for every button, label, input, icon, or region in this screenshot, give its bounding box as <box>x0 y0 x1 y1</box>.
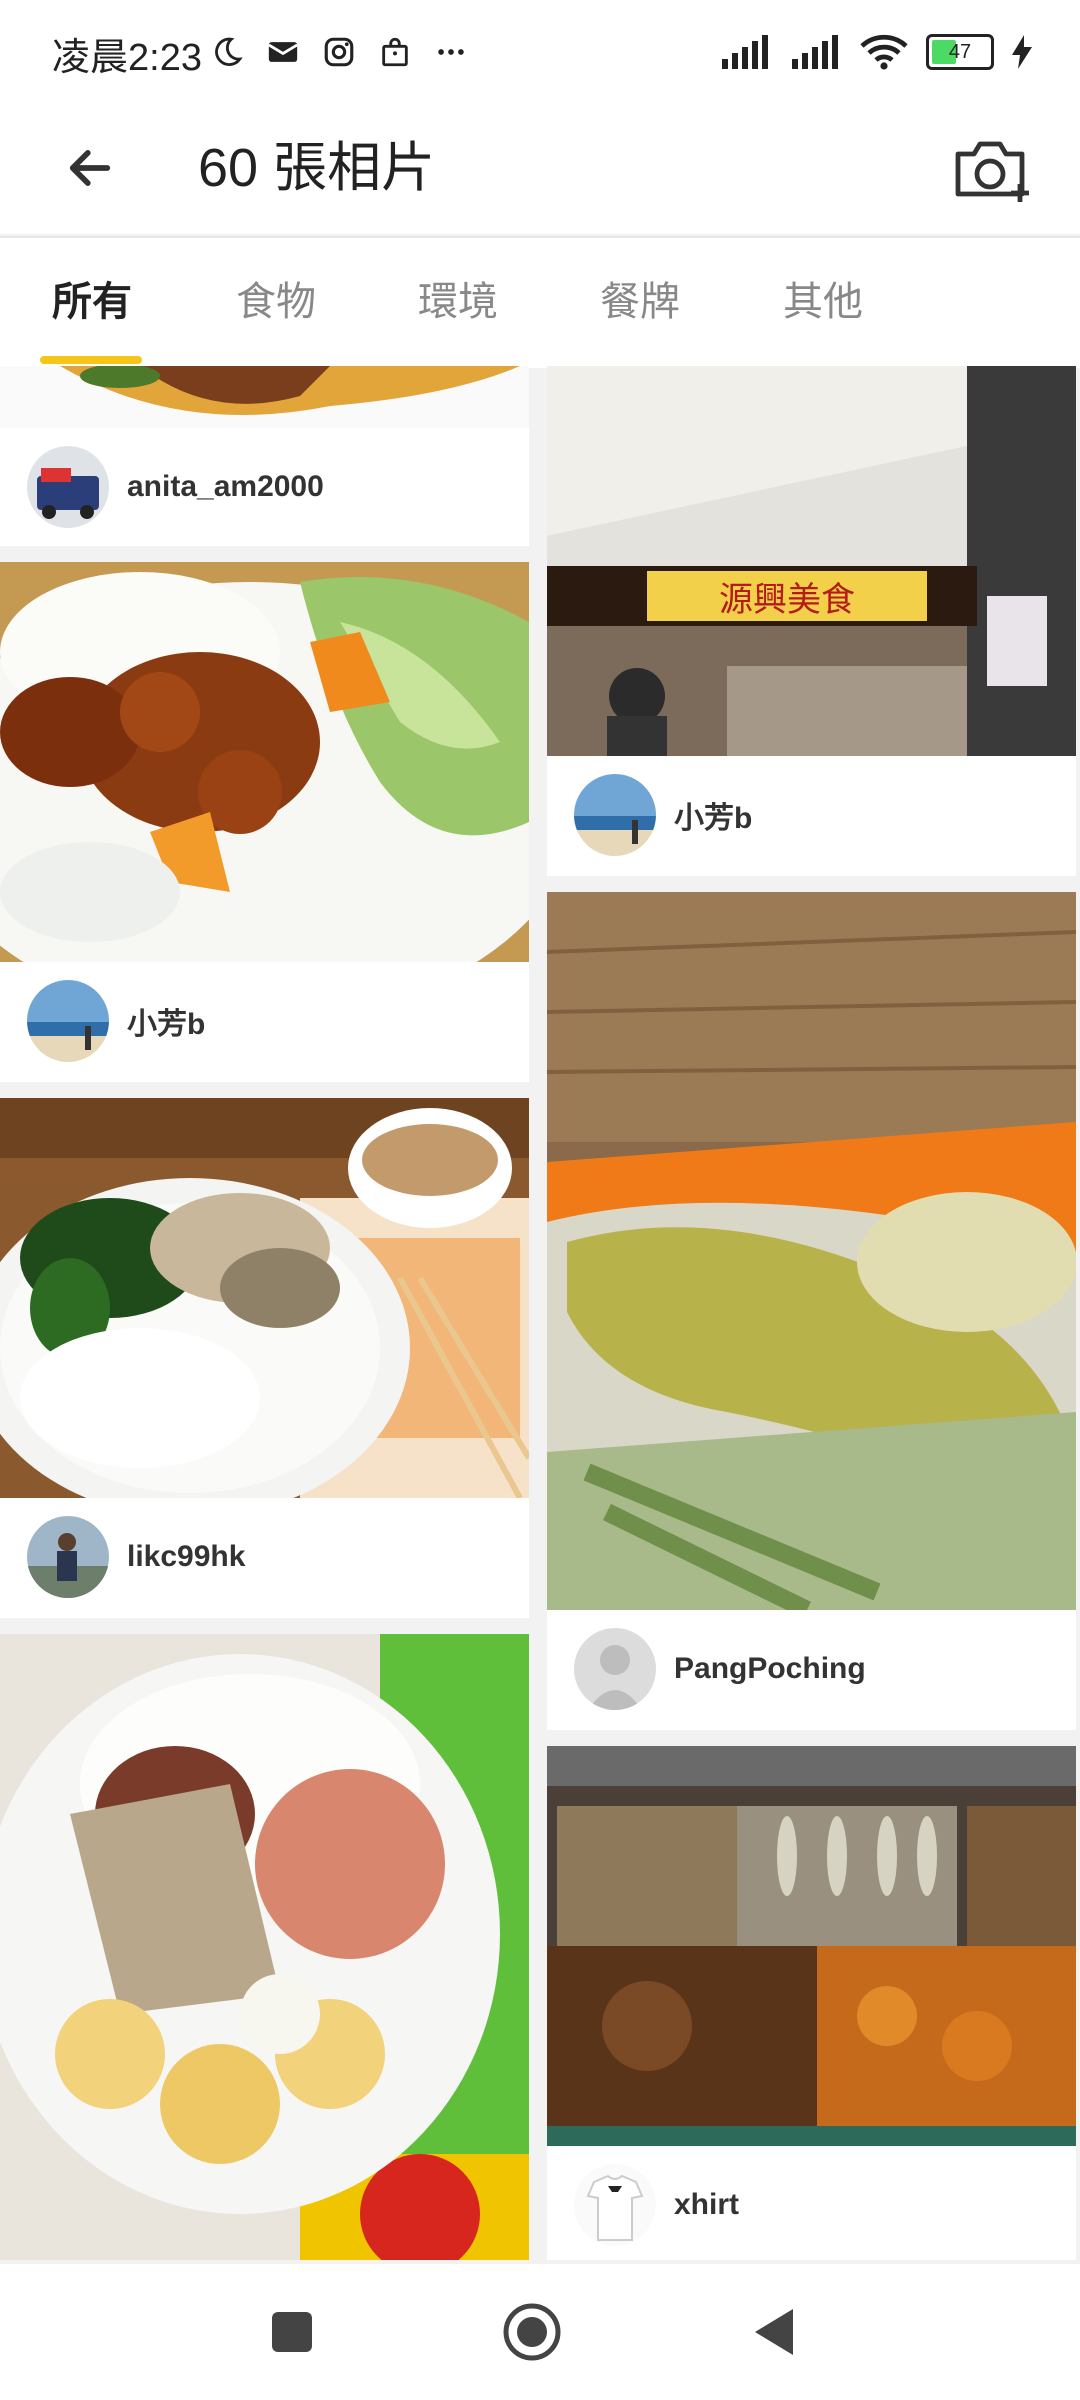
charging-icon <box>1012 35 1032 69</box>
tab-all[interactable]: 所有 <box>52 238 132 368</box>
photo-card[interactable]: 小芳b <box>0 562 529 1082</box>
home-button[interactable] <box>498 2298 566 2366</box>
status-system-icons: 47 <box>720 30 1032 74</box>
storefront-image: 源興美食 <box>547 366 1076 756</box>
user-avatar <box>574 774 656 856</box>
back-nav-button[interactable] <box>740 2298 808 2366</box>
photo-author[interactable]: 小芳b <box>0 962 529 1080</box>
tab-food[interactable]: 食物 <box>236 238 316 368</box>
active-tab-indicator <box>40 356 142 364</box>
shopping-bag-icon <box>382 37 408 67</box>
instagram-icon <box>324 37 354 67</box>
photo-author[interactable]: PangPoching <box>547 1610 1076 1728</box>
username: xhirt <box>674 2188 740 2221</box>
back-triangle-icon <box>755 2309 793 2355</box>
username: anita_am2000 <box>127 470 324 503</box>
food-image <box>547 892 1076 1610</box>
back-button[interactable] <box>46 124 134 212</box>
app-bar: 60 張相片 <box>0 102 1080 234</box>
photo-card[interactable]: likc99hk <box>0 1098 529 1618</box>
user-avatar <box>574 2164 656 2246</box>
moon-icon <box>215 37 243 66</box>
add-photo-camera-icon <box>955 141 1029 202</box>
photo-author[interactable]: 小芳b <box>547 756 1076 874</box>
wifi-icon <box>860 34 908 70</box>
status-time: 凌晨2:23 <box>52 37 202 79</box>
signal-icon <box>792 35 838 69</box>
recents-square-icon <box>272 2312 312 2352</box>
username: 小芳b <box>127 1008 206 1041</box>
photo-card[interactable]: PangPoching <box>547 892 1076 1730</box>
status-bar: 凌晨2:23 47 <box>0 0 1080 102</box>
username: 小芳b <box>674 802 753 835</box>
photo-category-tabs: 所有 食物 環境 餐牌 其他 <box>0 236 1080 368</box>
add-photo-button[interactable] <box>946 124 1038 216</box>
back-arrow-icon <box>69 150 111 186</box>
photo-grid: anita_am2000 小芳b likc99hk 源興美食 小芳b PangP… <box>0 366 1080 2260</box>
system-nav-bar <box>0 2264 1080 2400</box>
environment-photo[interactable]: 源興美食 <box>547 366 1076 756</box>
food-photo[interactable] <box>547 1746 1076 2146</box>
more-dots-icon <box>438 49 464 55</box>
user-avatar <box>574 1628 656 1710</box>
tab-menu[interactable]: 餐牌 <box>600 238 680 368</box>
username: likc99hk <box>127 1540 246 1573</box>
battery-icon: 47 <box>926 34 994 70</box>
food-image <box>547 1746 1076 2146</box>
user-avatar <box>27 1516 109 1598</box>
food-image <box>0 366 529 428</box>
food-photo[interactable] <box>0 1634 529 2260</box>
battery-level: 47 <box>948 40 972 63</box>
photo-card[interactable] <box>0 1634 529 2260</box>
photo-author[interactable]: anita_am2000 <box>0 428 529 546</box>
food-photo[interactable] <box>0 562 529 962</box>
tab-other[interactable]: 其他 <box>783 238 863 368</box>
photo-author[interactable]: xhirt <box>547 2146 1076 2260</box>
status-notification-icons <box>210 30 468 74</box>
username: PangPoching <box>674 1652 866 1685</box>
tab-environment[interactable]: 環境 <box>418 238 498 368</box>
recents-button[interactable] <box>258 2298 326 2366</box>
photo-card[interactable]: xhirt <box>547 1746 1076 2260</box>
page-title: 60 張相片 <box>198 138 436 198</box>
photo-author[interactable]: likc99hk <box>0 1498 529 1616</box>
signal-icon <box>722 35 768 69</box>
food-photo[interactable] <box>0 366 529 428</box>
food-image <box>0 1098 529 1498</box>
photo-card[interactable]: anita_am2000 <box>0 366 529 546</box>
home-circle-icon <box>503 2303 561 2361</box>
food-photo[interactable] <box>547 892 1076 1610</box>
user-avatar <box>27 980 109 1062</box>
food-photo[interactable] <box>0 1098 529 1498</box>
mail-icon <box>268 42 298 62</box>
food-image <box>0 562 529 962</box>
user-avatar <box>27 446 109 528</box>
food-image <box>0 1634 529 2260</box>
storefront-sign: 源興美食 <box>719 580 855 620</box>
photo-card[interactable]: 源興美食 小芳b <box>547 366 1076 876</box>
